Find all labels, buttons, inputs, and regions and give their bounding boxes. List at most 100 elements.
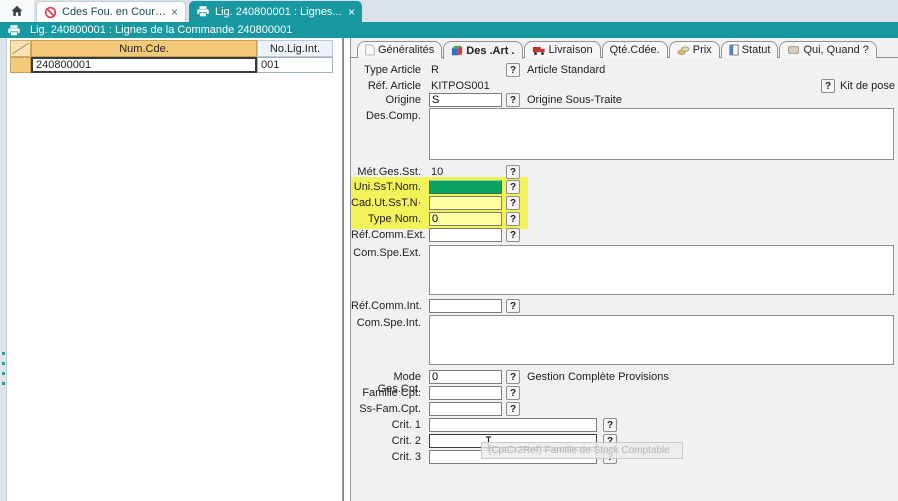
help-button[interactable]: ?: [506, 93, 520, 107]
truck-icon: [532, 45, 546, 56]
field-label: Cad.Ut.SsT.N·: [351, 197, 421, 209]
type-nom-input[interactable]: [429, 212, 502, 226]
tab-qte-cdee[interactable]: Qté.Cdée.: [602, 41, 668, 58]
field-row-uni-sst-nom: Uni.SsT.Nom. ?: [351, 180, 898, 196]
field-row-des-comp: Des.Comp.: [351, 109, 898, 161]
origine-input[interactable]: [429, 93, 502, 107]
tab-lig-240800001[interactable]: Lig. 240800001 : Lignes... ×: [189, 1, 362, 22]
mode-ges-cpt-input[interactable]: [429, 370, 502, 384]
field-label: Com.Spe.Int.: [351, 317, 421, 329]
field-row-mode-ges-cpt: Mode Ges.Cpt. ? Gestion Complète Provisi…: [351, 370, 898, 386]
close-icon[interactable]: ×: [348, 6, 355, 18]
field-note: Origine Sous-Traite: [527, 94, 622, 106]
field-row-origine: Origine ? Origine Sous-Traite: [351, 93, 898, 109]
field-row-ref-comm-int: Réf.Comm.Int. ?: [351, 299, 898, 315]
column-header-num-cde[interactable]: Num.Cde.: [31, 40, 257, 57]
field-label: Crit. 1: [351, 419, 421, 431]
cad-ut-sst-n-input[interactable]: [429, 196, 502, 210]
row-selector[interactable]: [10, 57, 31, 73]
field-value: R: [431, 64, 439, 76]
tab-label: Qui, Quand ?: [803, 44, 868, 56]
close-icon[interactable]: ×: [171, 6, 178, 18]
tab-qui-quand[interactable]: Qui, Quand ?: [779, 41, 876, 58]
detail-tab-strip: Généralités Des .Art . Livraison Qté.Cdé…: [357, 40, 878, 58]
tab-cdes-fou-en-cours[interactable]: Cdes Fou. en Cours : Co... ×: [36, 1, 186, 22]
help-button[interactable]: ?: [821, 79, 835, 93]
card-icon: [787, 45, 800, 55]
field-value: 10: [431, 166, 443, 178]
detail-panel: Généralités Des .Art . Livraison Qté.Cdé…: [350, 38, 898, 501]
field-row-ss-fam-cpt: Ss-Fam.Cpt. ?: [351, 402, 898, 418]
des-comp-textarea[interactable]: [429, 108, 894, 160]
tab-label: Qté.Cdée.: [610, 44, 660, 56]
help-button[interactable]: ?: [506, 165, 520, 179]
field-label: Réf.Comm.Ext.: [351, 229, 421, 241]
ref-comm-int-input[interactable]: [429, 299, 502, 313]
field-value: KITPOS001: [431, 80, 490, 92]
blocked-icon: [44, 6, 57, 19]
tab-prix[interactable]: Prix: [669, 41, 720, 58]
field-row-type-nom: Type Nom. ?: [351, 212, 898, 228]
help-button[interactable]: ?: [506, 228, 520, 242]
field-row-met-ges-sst: Mét.Ges.Sst. 10 ?: [351, 165, 898, 181]
tab-livraison[interactable]: Livraison: [524, 41, 601, 58]
help-button[interactable]: ?: [506, 402, 520, 416]
uni-sst-nom-input[interactable]: [429, 180, 502, 194]
help-button[interactable]: ?: [603, 418, 617, 432]
field-note: Gestion Complète Provisions: [527, 371, 669, 383]
crit-1-input[interactable]: [429, 418, 597, 432]
tab-label: Généralités: [378, 44, 434, 56]
help-button[interactable]: ?: [506, 299, 520, 313]
field-label: Des.Comp.: [351, 110, 421, 122]
left-edge-strip[interactable]: [0, 38, 7, 501]
com-spe-int-textarea[interactable]: [429, 315, 894, 365]
field-label: Mét.Ges.Sst.: [351, 166, 421, 178]
help-button[interactable]: ?: [506, 386, 520, 400]
field-label: Ss-Fam.Cpt.: [351, 403, 421, 415]
window-title: Lig. 240800001 : Lignes de la Commande 2…: [30, 24, 292, 36]
ref-comm-ext-input[interactable]: [429, 228, 502, 242]
field-row-com-spe-int: Com.Spe.Int.: [351, 316, 898, 366]
tab-des-art[interactable]: Des .Art .: [443, 41, 522, 59]
field-label: Famille Cpt.: [351, 387, 421, 399]
field-row-type-article: Type Article R ? Article Standard: [351, 63, 898, 79]
help-button[interactable]: ?: [506, 212, 520, 226]
table-cell-num-cde[interactable]: 240800001: [31, 57, 257, 73]
tab-generalites[interactable]: Généralités: [357, 41, 442, 58]
help-button[interactable]: ?: [506, 180, 520, 194]
browser-tab-bar: Cdes Fou. en Cours : Co... × Lig. 240800…: [0, 0, 898, 22]
table-cell-no-lig-int[interactable]: 001: [257, 57, 333, 73]
com-spe-ext-textarea[interactable]: [429, 245, 894, 295]
tab-label: Prix: [693, 44, 712, 56]
ss-fam-cpt-input[interactable]: [429, 402, 502, 416]
field-row-ref-comm-ext: Réf.Comm.Ext. ?: [351, 228, 898, 244]
field-label: Type Article: [351, 64, 421, 76]
field-label: Type Nom.: [351, 213, 421, 225]
field-label: Crit. 3: [351, 451, 421, 463]
help-button[interactable]: ?: [506, 370, 520, 384]
coins-icon: [677, 45, 690, 56]
help-button[interactable]: ?: [506, 196, 520, 210]
cube-icon: [451, 45, 463, 57]
document-icon: [729, 44, 739, 56]
tooltip: (CptCr2Ref) Famille de Stock Comptable: [481, 442, 683, 459]
help-button[interactable]: ?: [506, 63, 520, 77]
famille-cpt-input[interactable]: [429, 386, 502, 400]
page-icon: [365, 44, 375, 56]
printer-icon[interactable]: [7, 24, 21, 37]
column-header-no-lig-int[interactable]: No.Lig.Int.: [257, 40, 333, 57]
app-window: Cdes Fou. en Cours : Co... × Lig. 240800…: [0, 0, 898, 501]
home-button[interactable]: [0, 0, 34, 22]
table-corner-cell[interactable]: [10, 40, 31, 57]
field-label: Uni.SsT.Nom.: [351, 181, 421, 193]
field-label: Réf. Article: [351, 80, 421, 92]
tab-statut[interactable]: Statut: [721, 41, 779, 58]
window-title-bar: Lig. 240800001 : Lignes de la Commande 2…: [0, 22, 898, 38]
field-row-famille-cpt: Famille Cpt. ?: [351, 386, 898, 402]
field-note: Article Standard: [527, 64, 605, 76]
home-icon: [10, 4, 24, 18]
printer-icon: [196, 5, 210, 18]
field-row-com-spe-ext: Com.Spe.Ext.: [351, 246, 898, 296]
tab-label: Cdes Fou. en Cours : Co...: [62, 6, 166, 18]
order-lines-panel: Num.Cde. No.Lig.Int. 240800001 001: [7, 38, 344, 501]
